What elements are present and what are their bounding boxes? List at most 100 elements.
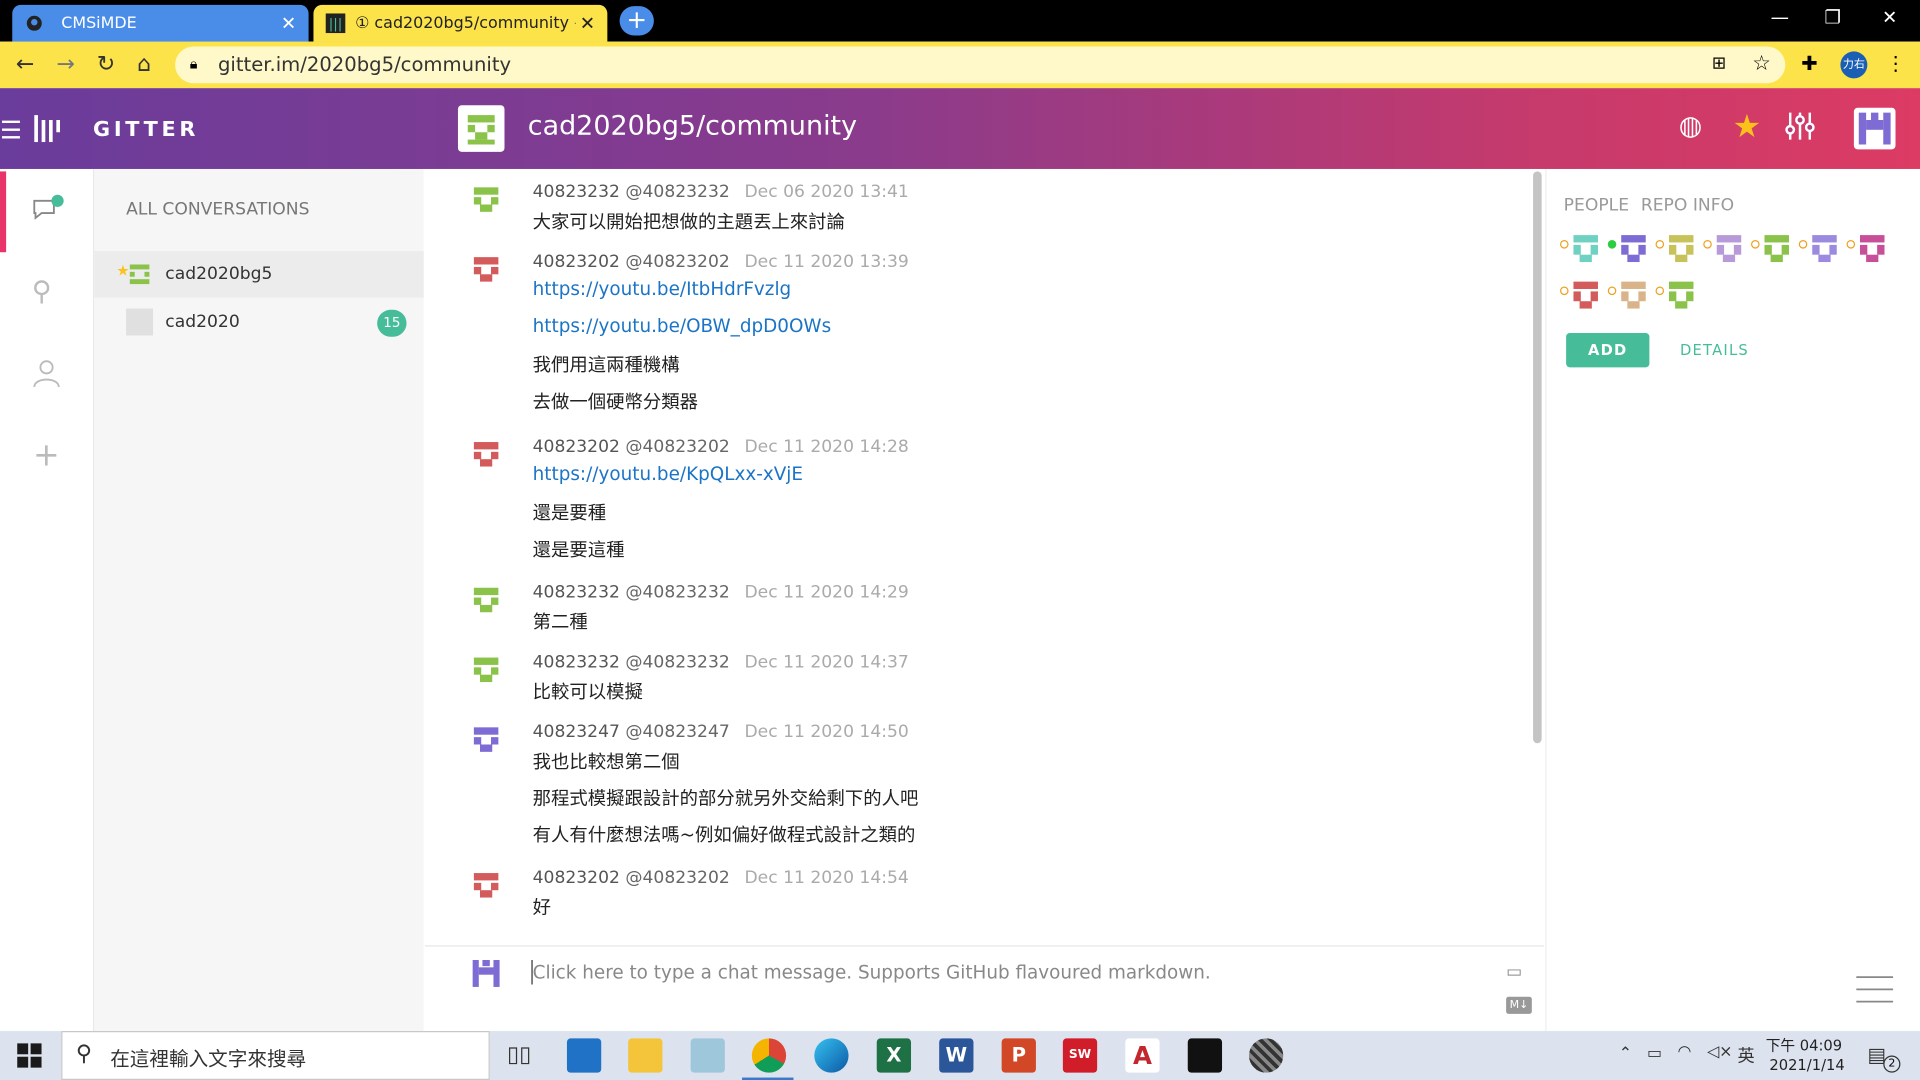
add-icon[interactable]: + — [33, 437, 60, 474]
volume-icon[interactable]: ◁× — [1707, 1043, 1733, 1061]
message-time[interactable]: Dec 11 2020 14:54 — [744, 868, 908, 888]
message-avatar[interactable] — [469, 252, 503, 286]
message-avatar[interactable] — [469, 583, 503, 617]
windows-start-icon[interactable] — [17, 1043, 42, 1072]
room-settings-icon[interactable] — [1784, 110, 1816, 147]
message-time[interactable]: Dec 11 2020 14:50 — [744, 722, 908, 742]
restore-icon[interactable]: ❐ — [1824, 6, 1840, 28]
edge-icon[interactable] — [814, 1038, 849, 1073]
home-icon[interactable]: ⌂ — [137, 51, 151, 77]
back-icon[interactable]: ← — [16, 51, 34, 77]
message-handle[interactable]: @40823232 — [625, 583, 729, 603]
compose-mode-icon[interactable]: ▭ — [1506, 962, 1522, 982]
chevron-up-icon[interactable]: ⌃ — [1619, 1044, 1632, 1062]
terminal-icon[interactable] — [1187, 1038, 1223, 1073]
taskbar-search-input[interactable]: 在這裡輸入文字來搜尋 — [110, 1042, 306, 1071]
message-handle[interactable]: @40823232 — [625, 182, 729, 202]
toggle-right-panel-icon[interactable] — [1854, 973, 1896, 1010]
minimize-icon[interactable]: — — [1771, 6, 1789, 28]
favourite-star-icon[interactable]: ★ — [1733, 109, 1762, 146]
message-user[interactable]: 40823202 — [533, 437, 620, 457]
clock-date[interactable]: 2021/1/14 — [1769, 1057, 1844, 1074]
message-time[interactable]: Dec 11 2020 14:37 — [744, 653, 908, 673]
details-link[interactable]: DETAILS — [1680, 342, 1749, 359]
clock-time[interactable]: 下午 04:09 — [1766, 1035, 1842, 1056]
message-user[interactable]: 40823232 — [533, 583, 620, 603]
globe-icon[interactable]: ◍ — [1679, 111, 1703, 142]
app-icon[interactable] — [690, 1038, 725, 1073]
message-handle[interactable]: @40823202 — [625, 252, 729, 272]
gitter-logo-icon[interactable] — [33, 113, 61, 150]
message-link[interactable]: https://youtu.be/ItbHdrFvzlg — [533, 278, 792, 300]
roster-avatar[interactable] — [1560, 277, 1604, 314]
message-avatar[interactable] — [469, 868, 503, 902]
message-user[interactable]: 40823202 — [533, 252, 620, 272]
hamburger-icon[interactable]: ☰ — [0, 115, 22, 144]
browser-tab-gitter[interactable]: ||| ① cad2020bg5/community - G ✕ — [313, 4, 608, 42]
ime-indicator[interactable]: 英 — [1738, 1043, 1755, 1067]
people-icon[interactable] — [32, 358, 61, 395]
markdown-icon[interactable]: M↓ — [1506, 996, 1532, 1014]
message-avatar[interactable] — [469, 653, 503, 687]
roster-avatar[interactable] — [1798, 230, 1843, 267]
powerpoint-icon[interactable]: P — [1001, 1038, 1036, 1073]
message-user[interactable]: 40823232 — [533, 653, 620, 673]
reload-icon[interactable]: ↻ — [97, 51, 115, 77]
conversation-item[interactable]: cad2020 15 — [94, 299, 423, 346]
new-tab-button[interactable]: + — [619, 6, 654, 36]
message-handle[interactable]: @40823202 — [625, 437, 729, 457]
profile-avatar[interactable]: 力右 — [1840, 51, 1868, 79]
chrome-icon[interactable] — [751, 1038, 787, 1073]
roster-avatar[interactable] — [1560, 230, 1604, 267]
search-icon[interactable]: ⚲ — [32, 277, 52, 308]
message-link[interactable]: https://youtu.be/KpQLxx-xVjE — [533, 463, 803, 485]
autocad-icon[interactable]: A — [1125, 1038, 1160, 1073]
roster-avatar[interactable] — [1846, 230, 1891, 267]
close-window-icon[interactable]: ✕ — [1882, 6, 1897, 28]
tab-repo-info[interactable]: REPO INFO — [1641, 196, 1734, 216]
browser-tab-cmsimde[interactable]: CMSiMDE ✕ — [12, 4, 309, 42]
roster-avatar[interactable] — [1655, 230, 1700, 267]
conversations-icon[interactable] — [31, 193, 65, 230]
app-sphere-icon[interactable] — [1248, 1038, 1284, 1073]
battery-icon[interactable]: ▭ — [1647, 1044, 1662, 1062]
excel-icon[interactable]: X — [876, 1038, 912, 1073]
word-icon[interactable]: W — [939, 1038, 974, 1073]
tab-people[interactable]: PEOPLE — [1564, 196, 1629, 216]
message-user[interactable]: 40823232 — [533, 182, 620, 202]
forward-icon[interactable]: → — [56, 51, 74, 77]
solidworks-icon[interactable]: SW — [1062, 1038, 1098, 1073]
browser-menu-icon[interactable]: ⋮ — [1886, 51, 1906, 74]
user-avatar[interactable] — [1853, 107, 1896, 150]
task-view-icon[interactable]: ▯▯ — [507, 1042, 531, 1068]
message-avatar[interactable] — [469, 437, 503, 471]
close-tab-icon[interactable]: ✕ — [281, 12, 296, 34]
mail-icon[interactable] — [566, 1038, 602, 1073]
message-time[interactable]: Dec 11 2020 13:39 — [744, 252, 908, 272]
add-people-button[interactable]: ADD — [1566, 333, 1650, 368]
translate-icon[interactable]: ⊞ — [1712, 54, 1726, 74]
message-handle[interactable]: @40823247 — [625, 722, 729, 742]
extensions-icon[interactable]: ✚ — [1801, 51, 1817, 74]
roster-avatar[interactable] — [1751, 230, 1795, 267]
conversation-item[interactable]: ★ cad2020bg5 — [94, 251, 424, 298]
message-link[interactable]: https://youtu.be/OBW_dpD0OWs — [533, 315, 832, 337]
chat-input[interactable]: Click here to type a chat message. Suppo… — [533, 961, 1211, 983]
message-time[interactable]: Dec 06 2020 13:41 — [744, 182, 908, 202]
url-text[interactable]: gitter.im/2020bg5/community — [218, 53, 511, 76]
message-user[interactable]: 40823202 — [533, 868, 620, 888]
message-time[interactable]: Dec 11 2020 14:28 — [744, 437, 908, 457]
roster-avatar[interactable] — [1703, 230, 1748, 267]
message-avatar[interactable] — [469, 182, 503, 216]
message-handle[interactable]: @40823232 — [625, 653, 729, 673]
bookmark-star-icon[interactable]: ☆ — [1752, 51, 1771, 75]
roster-avatar[interactable] — [1655, 277, 1700, 314]
file-explorer-icon[interactable] — [628, 1038, 663, 1073]
message-time[interactable]: Dec 11 2020 14:29 — [744, 583, 908, 603]
message-user[interactable]: 40823247 — [533, 722, 620, 742]
close-tab-icon[interactable]: ✕ — [580, 12, 595, 34]
roster-avatar[interactable] — [1607, 277, 1652, 314]
roster-avatar[interactable] — [1607, 230, 1652, 267]
wifi-icon[interactable]: ◠ — [1678, 1043, 1692, 1061]
chat-scrollbar[interactable] — [1533, 171, 1542, 744]
